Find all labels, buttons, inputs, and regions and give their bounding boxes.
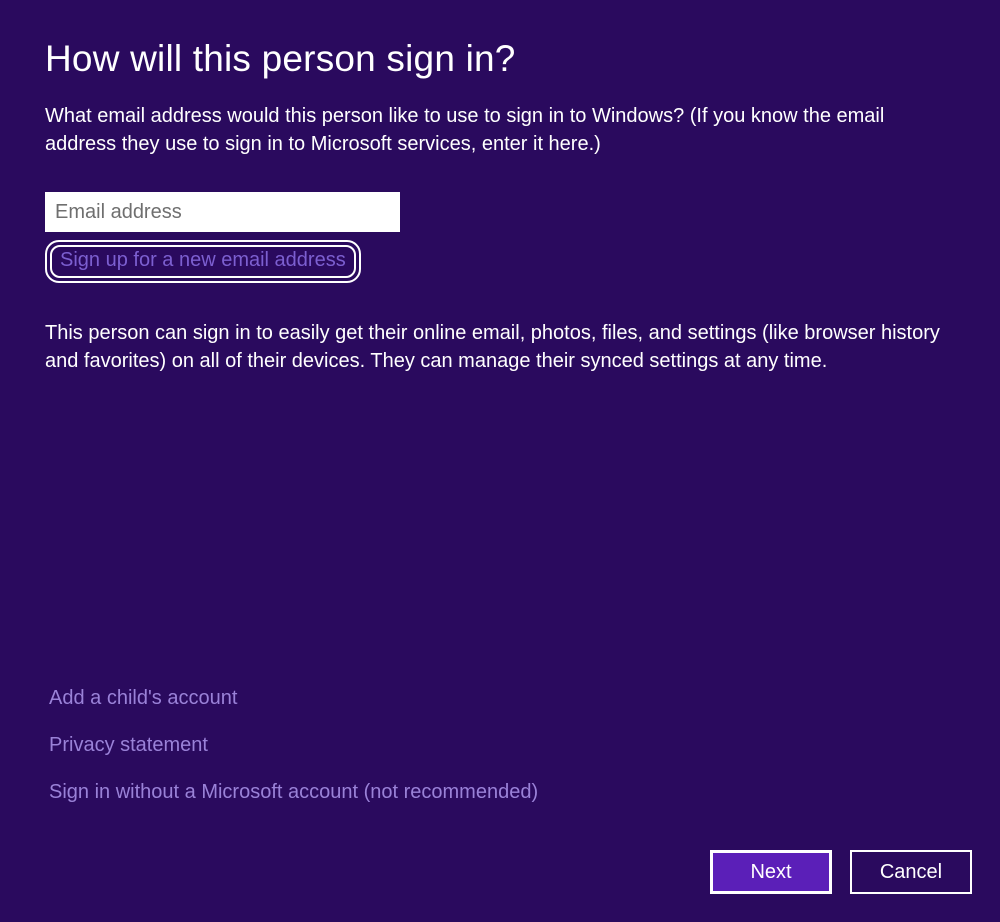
intro-text: What email address would this person lik… [45, 102, 955, 158]
action-buttons: Next Cancel [710, 850, 972, 894]
next-button[interactable]: Next [710, 850, 832, 894]
privacy-statement-link[interactable]: Privacy statement [49, 734, 538, 757]
signup-new-email-link[interactable]: Sign up for a new email address [50, 245, 356, 278]
benefit-text: This person can sign in to easily get th… [45, 319, 955, 375]
email-field[interactable] [45, 192, 400, 232]
add-child-account-link[interactable]: Add a child's account [49, 687, 538, 710]
signin-without-ms-account-link[interactable]: Sign in without a Microsoft account (not… [49, 781, 538, 804]
signup-link-focus-ring: Sign up for a new email address [45, 240, 361, 283]
secondary-links: Add a child's account Privacy statement … [49, 687, 538, 804]
page-title: How will this person sign in? [45, 38, 955, 80]
cancel-button[interactable]: Cancel [850, 850, 972, 894]
